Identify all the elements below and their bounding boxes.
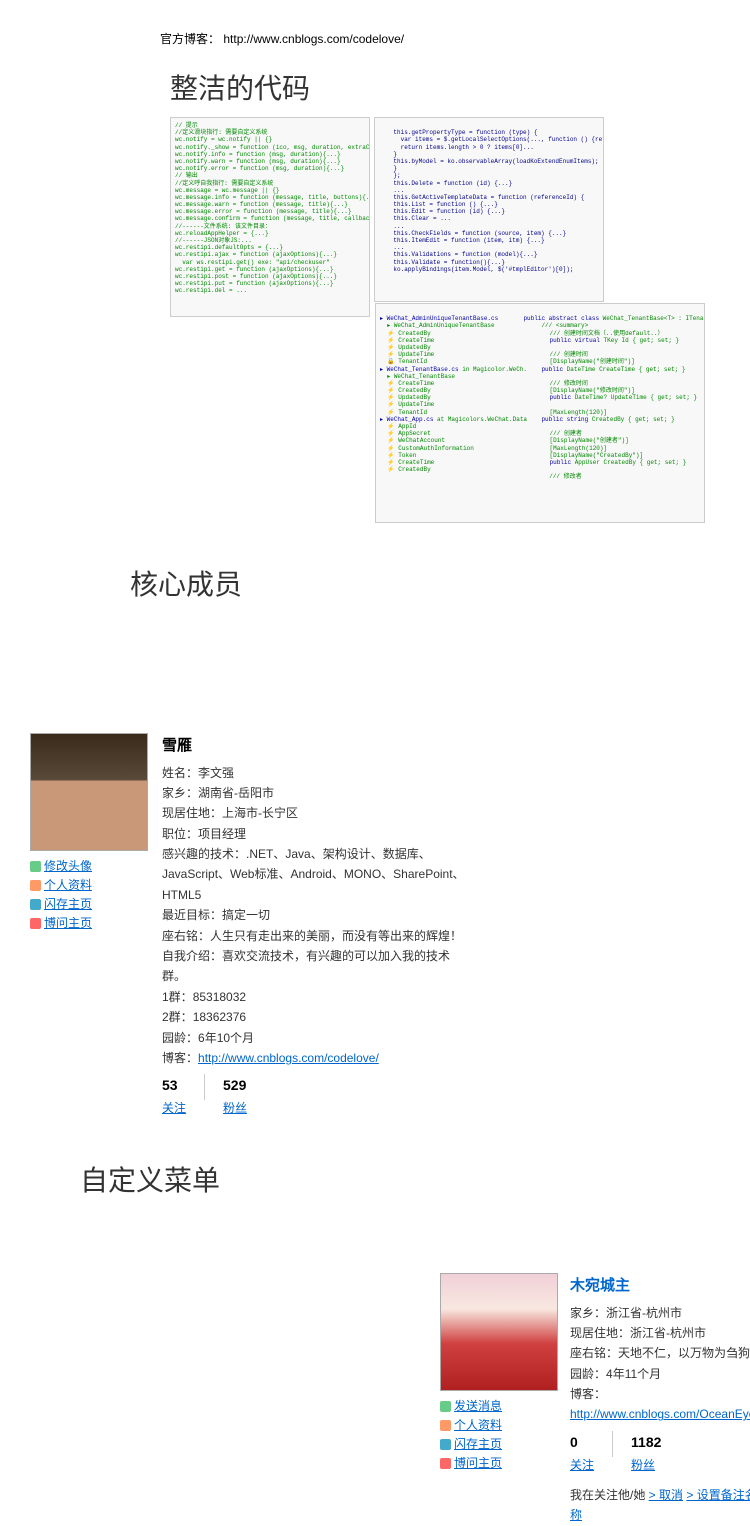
profile-link[interactable]: 个人资料 — [44, 878, 92, 892]
qq2-value: 18362376 — [193, 1010, 246, 1024]
cancel-follow-link[interactable]: > 取消 — [649, 1488, 683, 1502]
age-label: 园龄： — [570, 1367, 606, 1381]
code-screenshot-gallery: // 提示 //定义滑块指行: 需要自定义系统 wc.notify = wc.n… — [170, 117, 720, 523]
profile-icon — [30, 880, 41, 891]
age-label: 园龄： — [162, 1031, 198, 1045]
member-action-links: 发送消息 个人资料 闪存主页 博问主页 — [440, 1397, 558, 1471]
avatar-change-icon — [30, 861, 41, 872]
section-title-custom-menu: 自定义菜单 — [80, 1159, 720, 1199]
avatar[interactable] — [440, 1273, 558, 1391]
avatar[interactable] — [30, 733, 148, 851]
qq1-label: 1群： — [162, 990, 193, 1004]
qq1-value: 85318032 — [193, 990, 246, 1004]
blog-home-link[interactable]: 博问主页 — [44, 916, 92, 930]
member-card-2: 发送消息 个人资料 闪存主页 博问主页 木宛城主 家乡：浙江省-杭州市 现居住地… — [440, 1273, 720, 1526]
following-prefix: 我在关注他/她 — [570, 1488, 649, 1502]
official-blog-line: 官方博客： http://www.cnblogs.com/codelove/ — [160, 30, 720, 47]
blog-url-link[interactable]: http://www.cnblogs.com/codelove/ — [223, 32, 404, 46]
code-screenshot-3[interactable]: ▸ WeChat_AdminUniqueTenantBase.cs public… — [375, 303, 705, 523]
fans-link[interactable]: 粉丝 — [223, 1101, 247, 1115]
hometown-label: 家乡： — [162, 786, 198, 800]
flash-home-link[interactable]: 闪存主页 — [454, 1437, 502, 1451]
age-value: 6年10个月 — [198, 1031, 254, 1045]
follow-count: 53 — [162, 1074, 186, 1098]
realname-value: 李文强 — [198, 766, 234, 780]
blog-home-link[interactable]: 博问主页 — [454, 1456, 502, 1470]
motto-value: 天地不仁，以万物为刍狗 — [618, 1346, 750, 1360]
position-value: 项目经理 — [198, 827, 246, 841]
blog-label: 博客： — [570, 1387, 606, 1401]
home-icon — [30, 899, 41, 910]
motto-value: 人生只有走出来的美丽，而没有等出来的辉煌！ — [210, 929, 462, 943]
blog-url-link[interactable]: http://www.cnblogs.com/OceanEyes — [570, 1407, 750, 1421]
realname-label: 姓名： — [162, 766, 198, 780]
code-screenshot-2[interactable]: this.getPropertyType = function (type) {… — [374, 117, 604, 302]
blog-url-link[interactable]: http://www.cnblogs.com/codelove/ — [198, 1051, 379, 1065]
qq2-label: 2群： — [162, 1010, 193, 1024]
code-screenshot-1[interactable]: // 提示 //定义滑块指行: 需要自定义系统 wc.notify = wc.n… — [170, 117, 370, 317]
fans-count: 1182 — [631, 1431, 661, 1455]
location-label: 现居住地： — [162, 806, 222, 820]
fans-link[interactable]: 粉丝 — [631, 1458, 655, 1472]
member-action-links: 修改头像 个人资料 闪存主页 博问主页 — [30, 857, 150, 931]
hometown-value: 浙江省-杭州市 — [606, 1306, 682, 1320]
section-title-core-members: 核心成员 — [130, 563, 720, 603]
fans-count: 529 — [223, 1074, 247, 1098]
tech-label: 感兴趣的技术： — [162, 847, 246, 861]
follow-count: 0 — [570, 1431, 594, 1455]
age-value: 4年11个月 — [606, 1367, 661, 1381]
following-note: 我在关注他/她 > 取消 > 设置备注名称 — [570, 1485, 750, 1526]
hometown-label: 家乡： — [570, 1306, 606, 1320]
flash-home-link[interactable]: 闪存主页 — [44, 897, 92, 911]
profile-link[interactable]: 个人资料 — [454, 1418, 502, 1432]
change-avatar-link[interactable]: 修改头像 — [44, 859, 92, 873]
member-card-1: 修改头像 个人资料 闪存主页 博问主页 雪雁 姓名：李文强 家乡：湖南省-岳阳市… — [30, 733, 710, 1119]
message-icon — [440, 1401, 451, 1412]
goal-label: 最近目标： — [162, 908, 222, 922]
blog-label: 博客： — [162, 1051, 198, 1065]
goal-value: 搞定一切 — [222, 908, 270, 922]
intro-label: 自我介绍： — [162, 949, 222, 963]
location-label: 现居住地： — [570, 1326, 630, 1340]
blog-icon — [30, 918, 41, 929]
location-value: 上海市-长宁区 — [222, 806, 298, 820]
member-name: 木宛城主 — [570, 1273, 750, 1299]
section-title-clean-code: 整洁的代码 — [170, 67, 720, 107]
blog-label: 官方博客： — [160, 32, 220, 46]
motto-label: 座右铭： — [162, 929, 210, 943]
profile-icon — [440, 1420, 451, 1431]
blog-icon — [440, 1458, 451, 1469]
location-value: 浙江省-杭州市 — [630, 1326, 706, 1340]
send-message-link[interactable]: 发送消息 — [454, 1399, 502, 1413]
member-name: 雪雁 — [162, 733, 472, 759]
follow-link[interactable]: 关注 — [162, 1101, 186, 1115]
follow-link[interactable]: 关注 — [570, 1458, 594, 1472]
home-icon — [440, 1439, 451, 1450]
hometown-value: 湖南省-岳阳市 — [198, 786, 274, 800]
motto-label: 座右铭： — [570, 1346, 618, 1360]
stats-row: 53 关注 529 粉丝 — [162, 1074, 472, 1118]
stats-row: 0 关注 1182 粉丝 — [570, 1431, 750, 1475]
position-label: 职位： — [162, 827, 198, 841]
